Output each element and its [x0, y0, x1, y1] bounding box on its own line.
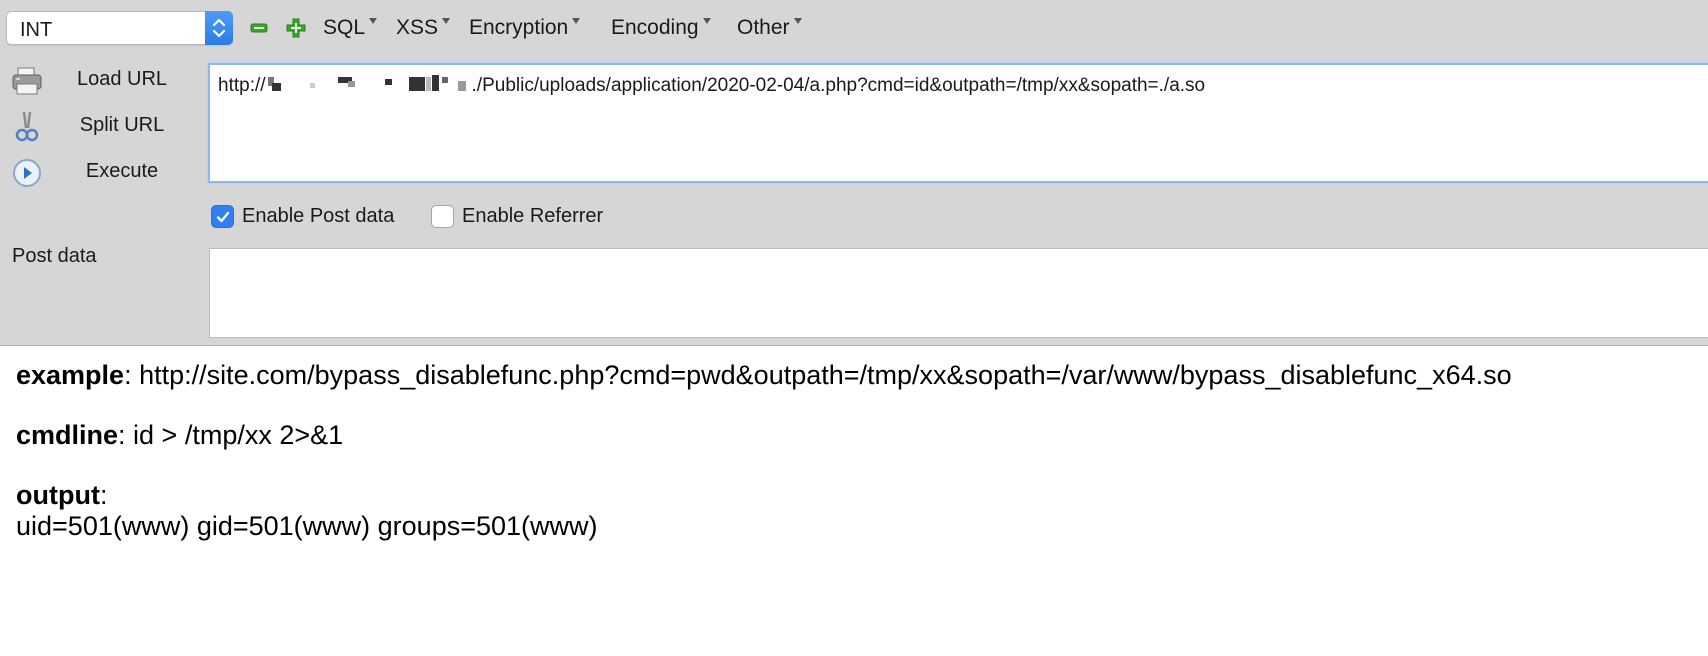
- checkmark-icon: [216, 211, 230, 222]
- execute-label: Execute: [85, 160, 159, 182]
- split-url-button[interactable]: Split URL: [6, 106, 206, 146]
- hackbar-panel: INT SQL XSS Encryption Encoding Other Lo…: [0, 0, 1708, 346]
- menu-other-label: Other: [737, 16, 790, 39]
- output-key: output: [16, 480, 100, 510]
- menu-xss[interactable]: XSS: [396, 16, 451, 40]
- load-url-label: Load URL: [76, 68, 168, 90]
- hackbar-toolbar: INT SQL XSS Encryption Encoding Other: [0, 0, 1708, 56]
- increase-icon[interactable]: [286, 18, 306, 38]
- menu-other[interactable]: Other: [737, 16, 802, 40]
- menu-encoding-label: Encoding: [611, 16, 699, 39]
- example-line: example: http://site.com/bypass_disablef…: [16, 360, 1512, 391]
- dropdown-caret-icon: [369, 18, 378, 24]
- output-value: uid=501(www) gid=501(www) groups=501(www…: [16, 511, 598, 541]
- split-url-label: Split URL: [79, 114, 165, 136]
- example-key: example: [16, 360, 125, 390]
- enable-post-data-checkbox[interactable]: [211, 204, 234, 228]
- example-value: : http://site.com/bypass_disablefunc.php…: [124, 360, 1512, 390]
- menu-sql-label: SQL: [323, 16, 366, 39]
- post-data-input[interactable]: [209, 248, 1708, 338]
- enable-referrer-checkbox[interactable]: [431, 204, 454, 228]
- menu-encryption-label: Encryption: [469, 16, 569, 39]
- cmdline-line: cmdline: id > /tmp/xx 2>&1: [16, 420, 1512, 451]
- output-colon: :: [99, 480, 108, 510]
- menu-xss-label: XSS: [396, 16, 439, 39]
- dropdown-caret-icon: [793, 18, 802, 24]
- type-select[interactable]: INT: [6, 11, 233, 45]
- url-prefix: http://: [218, 75, 266, 96]
- post-data-label: Post data: [12, 245, 97, 267]
- url-input[interactable]: http:// ./Public/uploads/application/2020…: [208, 63, 1708, 183]
- select-stepper-icon: [205, 11, 233, 45]
- execute-button[interactable]: Execute: [6, 152, 206, 192]
- output-heading: output:: [16, 480, 1512, 511]
- menu-encoding[interactable]: Encoding: [611, 16, 711, 40]
- dropdown-caret-icon: [442, 18, 451, 24]
- dropdown-caret-icon: [572, 18, 581, 24]
- enable-referrer-label: Enable Referrer: [462, 204, 604, 227]
- menu-sql[interactable]: SQL: [323, 16, 378, 40]
- load-url-button[interactable]: Load URL: [6, 60, 206, 100]
- enable-post-data-option[interactable]: Enable Post data: [211, 202, 394, 230]
- page-output: example: http://site.com/bypass_disablef…: [16, 360, 1512, 542]
- url-suffix: ./Public/uploads/application/2020-02-04/…: [471, 75, 1206, 96]
- menu-encryption[interactable]: Encryption: [469, 16, 581, 40]
- type-select-value: INT: [20, 19, 53, 41]
- dropdown-caret-icon: [702, 18, 711, 24]
- enable-post-data-label: Enable Post data: [242, 204, 395, 227]
- redacted-host: [266, 75, 472, 93]
- decrease-icon[interactable]: [249, 18, 269, 38]
- cmdline-key: cmdline: [16, 420, 119, 450]
- url-text: http:// ./Public/uploads/application/2020…: [218, 75, 1205, 97]
- cmdline-value: : id > /tmp/xx 2>&1: [118, 420, 344, 450]
- enable-referrer-option[interactable]: Enable Referrer: [431, 202, 603, 230]
